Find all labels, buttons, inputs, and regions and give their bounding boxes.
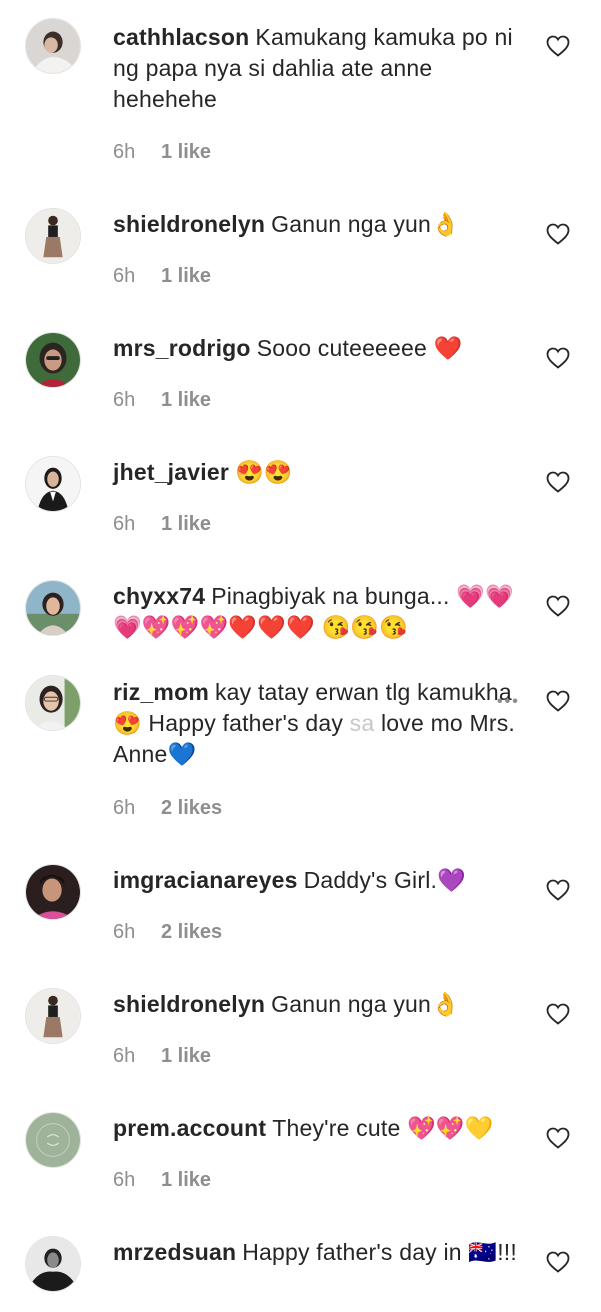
like-heart-icon[interactable] <box>546 35 570 57</box>
like-heart-icon[interactable] <box>546 223 570 245</box>
like-heart-icon[interactable] <box>546 690 570 712</box>
comment-time: 6h <box>113 141 136 163</box>
comment-text: shieldronelyn Ganun nga yun👌 <box>113 989 523 1020</box>
comment-text: mrs_rodrigo Sooo cuteeeeee ❤️ <box>113 333 523 364</box>
comment-body: Ganun nga yun👌 <box>271 991 460 1017</box>
comment-meta: 6h 2 likes <box>113 921 222 944</box>
like-heart-icon[interactable] <box>546 471 570 493</box>
comment-body: Happy father's day in 🇦🇺!!! <box>242 1239 517 1265</box>
comment-body: Sooo cuteeeeee ❤️ <box>256 335 463 361</box>
comment-username[interactable]: prem.account <box>113 1115 266 1141</box>
comment-text: riz_mom kay tatay erwan tlg kamukha😍 Happ… <box>113 677 523 770</box>
comment-text: mrzedsuan Happy father's day in 🇦🇺!!! <box>113 1237 523 1268</box>
comment-meta: 6h 1 like <box>113 141 211 164</box>
comment-body: They're cute 💖💖💛 <box>272 1115 494 1141</box>
comment-username[interactable]: shieldronelyn <box>113 211 265 237</box>
avatar[interactable] <box>25 18 81 74</box>
comment-likes[interactable]: 1 like <box>161 1169 211 1191</box>
comment-username[interactable]: cathhlacson <box>113 24 249 50</box>
avatar[interactable] <box>25 332 81 388</box>
comment-likes[interactable]: 1 like <box>161 389 211 411</box>
comment-time: 6h <box>113 389 136 411</box>
comment-body: Ganun nga yun👌 <box>271 211 460 237</box>
like-heart-icon[interactable] <box>546 1003 570 1025</box>
comment-text: shieldronelyn Ganun nga yun👌 <box>113 209 523 240</box>
comment-text: jhet_javier 😍😍 <box>113 457 523 488</box>
like-heart-icon[interactable] <box>546 347 570 369</box>
comment-likes[interactable]: 1 like <box>161 513 211 535</box>
comment-username[interactable]: jhet_javier <box>113 459 229 485</box>
comment-meta: 6h 1 like <box>113 1169 211 1192</box>
avatar[interactable] <box>25 864 81 920</box>
comment-body-faded: sa <box>343 710 375 736</box>
comment-text: prem.account They're cute 💖💖💛 <box>113 1113 523 1144</box>
comment-time: 6h <box>113 921 136 943</box>
avatar[interactable] <box>25 1112 81 1168</box>
comment-meta: 6h 2 likes <box>113 797 222 820</box>
avatar[interactable] <box>25 208 81 264</box>
avatar[interactable] <box>25 988 81 1044</box>
like-heart-icon[interactable] <box>546 1251 570 1273</box>
like-heart-icon[interactable] <box>546 595 570 617</box>
comment-time: 6h <box>113 797 136 819</box>
comment-username[interactable]: chyxx74 <box>113 583 205 609</box>
comment-text: chyxx74 Pinagbiyak na bunga... 💗💗💗💖💖💖❤️❤️… <box>113 581 523 643</box>
comment-likes[interactable]: 1 like <box>161 1045 211 1067</box>
comment-likes[interactable]: 2 likes <box>161 797 222 819</box>
comment-likes[interactable]: 1 like <box>161 265 211 287</box>
comment-likes[interactable]: 2 likes <box>161 921 222 943</box>
comment-username[interactable]: shieldronelyn <box>113 991 265 1017</box>
comment-username[interactable]: mrs_rodrigo <box>113 335 251 361</box>
like-heart-icon[interactable] <box>546 1127 570 1149</box>
avatar[interactable] <box>25 1236 81 1292</box>
comment-meta: 6h 1 like <box>113 265 211 288</box>
avatar[interactable] <box>25 675 81 731</box>
comment-time: 6h <box>113 513 136 535</box>
comment-time: 6h <box>113 1045 136 1067</box>
avatar[interactable] <box>25 456 81 512</box>
comment-username[interactable]: imgracianareyes <box>113 867 298 893</box>
comment-meta: 6h 1 like <box>113 513 211 536</box>
comment-body: Daddy's Girl.💜 <box>303 867 466 893</box>
comment-username[interactable]: mrzedsuan <box>113 1239 236 1265</box>
more-options-icon[interactable]: ••• <box>497 693 520 711</box>
comment-likes[interactable]: 1 like <box>161 141 211 163</box>
comment-time: 6h <box>113 265 136 287</box>
comment-username[interactable]: riz_mom <box>113 679 209 705</box>
comment-body: 😍😍 <box>235 459 293 485</box>
comment-time: 6h <box>113 1169 136 1191</box>
avatar[interactable] <box>25 580 81 636</box>
comment-meta: 6h 1 like <box>113 389 211 412</box>
like-heart-icon[interactable] <box>546 879 570 901</box>
comment-text: cathhlacson Kamukang kamuka po ni ng papa… <box>113 22 523 115</box>
comment-text: imgracianareyes Daddy's Girl.💜 <box>113 865 523 896</box>
comment-meta: 6h 1 like <box>113 1045 211 1068</box>
